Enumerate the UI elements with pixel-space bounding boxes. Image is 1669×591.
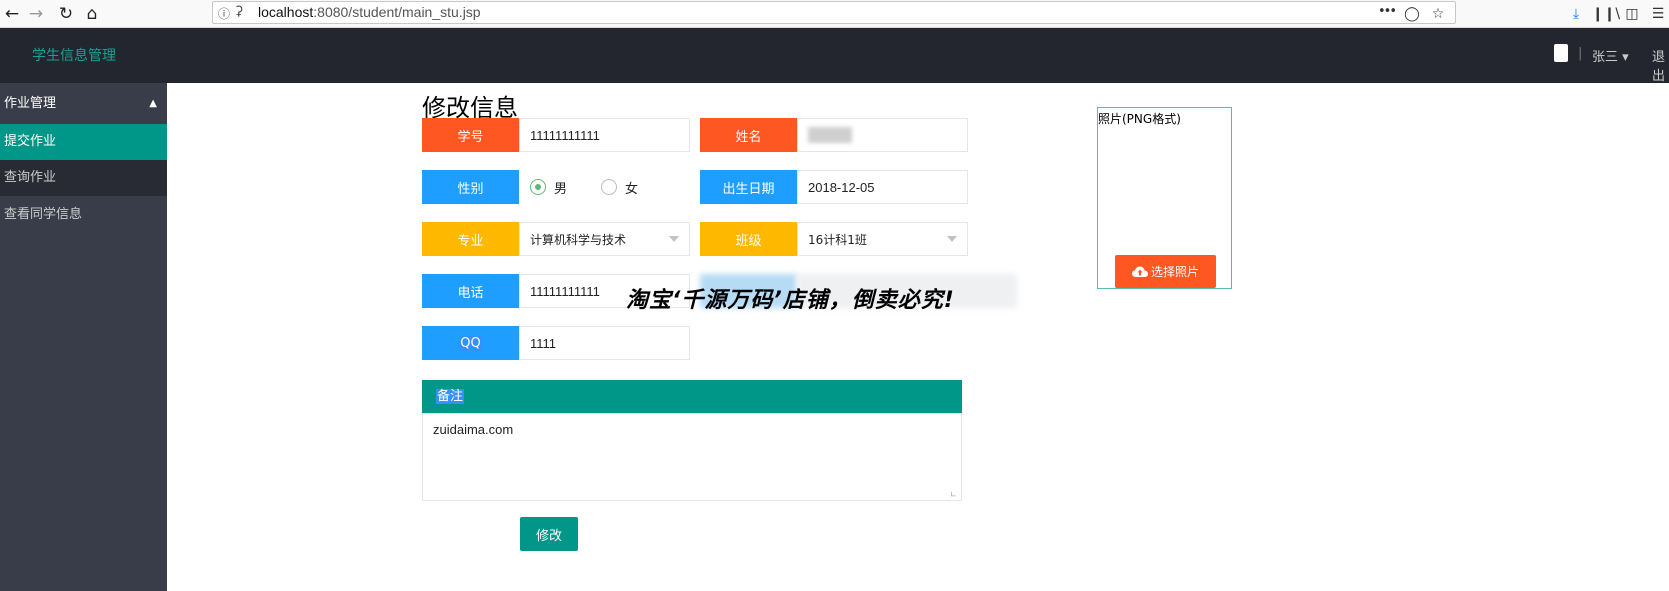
sidebar-item-classmates[interactable]: 查看同学信息: [0, 197, 167, 233]
gender-radio-female[interactable]: [601, 179, 618, 195]
forward-icon[interactable]: →: [24, 2, 48, 26]
back-icon[interactable]: ←: [0, 2, 24, 26]
reload-icon[interactable]: ↻: [54, 2, 78, 26]
student-id-field[interactable]: 11111111111: [519, 118, 690, 152]
chevron-up-icon: ▲: [149, 98, 157, 109]
app-brand[interactable]: 学生信息管理: [32, 45, 116, 65]
gender-option-male[interactable]: 男: [554, 178, 567, 197]
birth-field[interactable]: 2018-12-05: [797, 170, 968, 204]
download-icon[interactable]: ⤓: [1566, 4, 1586, 24]
qq-field[interactable]: 1111: [519, 326, 690, 360]
sidebar-item-query-homework[interactable]: 查询作业: [0, 160, 167, 196]
major-select[interactable]: 计算机科学与技术: [519, 222, 690, 256]
app-header: [0, 28, 1669, 83]
submit-button[interactable]: 修改: [520, 517, 578, 551]
gender-radio-group: 男 女: [519, 170, 690, 204]
gender-option-female[interactable]: 女: [625, 178, 638, 197]
name-label: 姓名: [700, 118, 797, 152]
photo-label: 照片(PNG格式): [1098, 112, 1181, 126]
name-field[interactable]: [797, 118, 968, 152]
user-name: 张三: [1592, 50, 1619, 65]
header-divider: |: [1578, 46, 1583, 61]
sidebar-group-homework[interactable]: 作业管理 ▲: [0, 86, 167, 122]
chevron-down-icon: ▾: [1622, 50, 1629, 65]
key-icon[interactable]: ⚳: [234, 4, 244, 19]
student-id-label: 学号: [422, 118, 519, 152]
gender-radio-male[interactable]: [530, 179, 546, 195]
class-label: 班级: [700, 222, 797, 256]
chevron-down-icon: [669, 236, 679, 242]
pocket-icon[interactable]: ◯: [1402, 4, 1422, 24]
url-text[interactable]: localhost:8080/student/main_stu.jsp: [258, 4, 481, 20]
user-menu[interactable]: 张三 ▾: [1592, 46, 1629, 65]
choose-photo-button[interactable]: 选择照片: [1115, 255, 1216, 288]
class-select-value: 16计科1班: [808, 232, 867, 247]
class-select[interactable]: 16计科1班: [797, 222, 968, 256]
choose-photo-label: 选择照片: [1150, 265, 1199, 279]
logout-link[interactable]: 退出: [1652, 46, 1669, 84]
name-blurred-redaction: [808, 127, 852, 143]
birth-label: 出生日期: [700, 170, 797, 204]
info-icon[interactable]: ⓘ: [218, 5, 230, 22]
remark-header: 备注: [422, 380, 962, 413]
menu-icon[interactable]: ☰: [1648, 4, 1668, 24]
library-icon[interactable]: ❙❙\: [1592, 4, 1620, 24]
phone-label: 电话: [422, 274, 519, 308]
sidebar-group-label: 作业管理: [4, 96, 57, 111]
remark-textarea[interactable]: zuidaima.com: [422, 413, 962, 501]
sidebar-toggle-icon[interactable]: ◫: [1622, 4, 1642, 24]
chevron-down-icon: [947, 236, 957, 242]
qq-label: QQ: [422, 326, 519, 360]
major-label: 专业: [422, 222, 519, 256]
resize-handle-icon[interactable]: ∟: [950, 490, 957, 499]
avatar-icon[interactable]: [1554, 44, 1568, 62]
cloud-upload-icon: [1131, 266, 1148, 277]
bookmark-star-icon[interactable]: ☆: [1428, 4, 1448, 24]
gender-label: 性别: [422, 170, 519, 204]
home-icon[interactable]: ⌂: [80, 2, 104, 26]
watermark-text: 淘宝‘千源万码’店铺，倒卖必究!: [626, 288, 955, 313]
sidebar-item-submit-homework[interactable]: 提交作业: [0, 124, 167, 160]
major-select-value: 计算机科学与技术: [530, 232, 627, 247]
more-icon[interactable]: •••: [1378, 4, 1397, 19]
